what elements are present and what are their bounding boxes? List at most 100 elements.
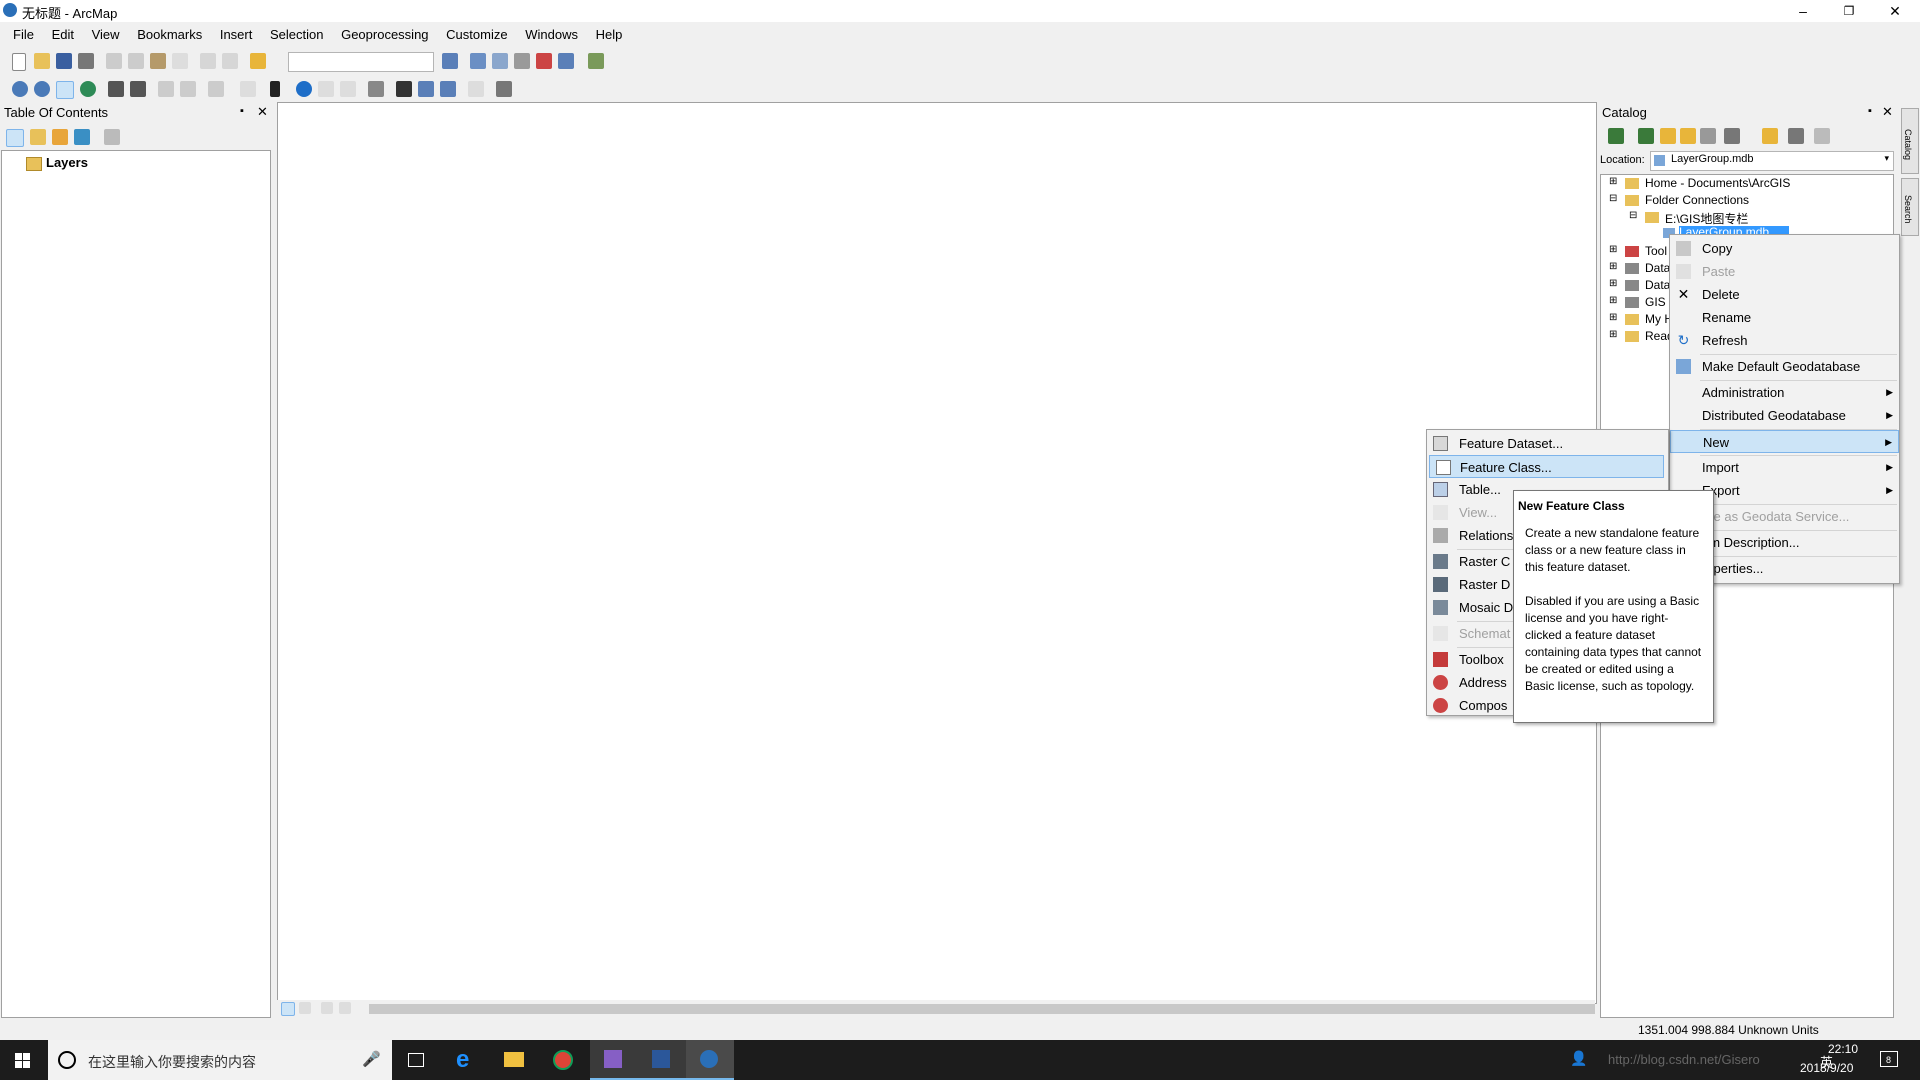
map-canvas[interactable] (277, 102, 1597, 1004)
collapse-icon[interactable]: ⊟ (1629, 210, 1637, 221)
expand-icon[interactable]: ⊞ (1609, 176, 1617, 187)
pin-icon[interactable]: ▪ (240, 105, 244, 117)
horizontal-scrollbar[interactable] (369, 1004, 1595, 1014)
map-scale-combo[interactable] (288, 52, 434, 72)
collapse-icon[interactable]: ⊟ (1609, 193, 1617, 204)
identify-icon[interactable] (296, 81, 312, 97)
menu-edit[interactable]: Edit (45, 24, 81, 46)
menu-item-make-default-geodatabase[interactable]: Make Default Geodatabase (1670, 355, 1899, 378)
html-popup-icon[interactable] (340, 81, 356, 97)
tree-partial-item[interactable]: Data (1645, 278, 1670, 292)
list-by-drawing-order-icon[interactable] (6, 129, 24, 147)
notification-center-icon[interactable]: 8 (1880, 1051, 1898, 1067)
list-by-visibility-icon[interactable] (52, 129, 68, 145)
menu-insert[interactable]: Insert (213, 24, 260, 46)
clear-selection-icon[interactable] (240, 81, 256, 97)
toc-close-icon[interactable]: ✕ (257, 104, 268, 120)
catalog-window-icon[interactable] (492, 53, 508, 69)
add-data-icon[interactable] (250, 53, 266, 69)
menu-item-refresh[interactable]: ↻ Refresh (1670, 329, 1899, 352)
tree-partial-item[interactable]: Tool (1645, 244, 1667, 258)
zoom-out-icon[interactable] (34, 81, 50, 97)
open-icon[interactable] (34, 53, 50, 69)
model-builder-icon[interactable] (588, 53, 604, 69)
toc-window-icon[interactable] (470, 53, 486, 69)
forward-icon[interactable] (1638, 128, 1654, 144)
menu-help[interactable]: Help (589, 24, 630, 46)
measure-icon[interactable] (368, 81, 384, 97)
save-icon[interactable] (56, 53, 72, 69)
refresh-view-icon[interactable] (321, 1002, 333, 1014)
tree-partial-item[interactable]: GIS (1645, 295, 1666, 309)
file-explorer-icon[interactable] (491, 1040, 539, 1080)
minimize-button[interactable]: – (1780, 0, 1826, 22)
list-by-source-icon[interactable] (30, 129, 46, 145)
print-icon[interactable] (78, 53, 94, 69)
data-view-icon[interactable] (281, 1002, 295, 1016)
python-window-icon[interactable] (558, 53, 574, 69)
create-viewer-icon[interactable] (496, 81, 512, 97)
task-view-icon[interactable] (392, 1040, 440, 1080)
clock-date[interactable]: 2018/9/20 (1800, 1061, 1853, 1075)
home-icon[interactable] (1680, 128, 1696, 144)
select-elements-icon[interactable] (270, 81, 280, 97)
menu-item-delete[interactable]: ✕ Delete (1670, 283, 1899, 306)
zoom-in-icon[interactable] (12, 81, 28, 97)
time-slider-icon[interactable] (468, 81, 484, 97)
redo-icon[interactable] (222, 53, 238, 69)
menu-item-new[interactable]: New ▶ (1670, 430, 1899, 453)
copy-toolbar-icon[interactable] (128, 53, 144, 69)
tree-folder-connections[interactable]: Folder Connections (1645, 193, 1749, 207)
expand-icon[interactable]: ⊞ (1609, 329, 1617, 340)
menu-bookmarks[interactable]: Bookmarks (130, 24, 209, 46)
submenu-item-feature-class[interactable]: Feature Class... (1429, 455, 1664, 478)
menu-item-paste[interactable]: Paste (1670, 260, 1899, 283)
expand-icon[interactable]: ⊞ (1609, 278, 1617, 289)
delete-toolbar-icon[interactable] (172, 53, 188, 69)
people-icon[interactable]: 👤 (1570, 1050, 1587, 1067)
menu-item-import[interactable]: Import ▶ (1670, 456, 1899, 479)
menu-item-rename[interactable]: Rename (1670, 306, 1899, 329)
back-extent-icon[interactable] (158, 81, 174, 97)
microphone-icon[interactable]: 🎤 (362, 1050, 381, 1068)
fixed-zoom-in-icon[interactable] (108, 81, 124, 97)
expand-icon[interactable]: ⊞ (1609, 261, 1617, 272)
catalog-side-tab[interactable]: Catalog (1901, 108, 1919, 174)
undo-icon[interactable] (200, 53, 216, 69)
editor-toolbar-icon[interactable] (442, 53, 458, 69)
catalog-close-icon[interactable]: ✕ (1882, 104, 1893, 120)
fixed-zoom-out-icon[interactable] (130, 81, 146, 97)
taskbar-search-box[interactable]: 在这里输入你要搜索的内容 🎤 (48, 1040, 392, 1080)
toggle-contents-icon[interactable] (1788, 128, 1804, 144)
tree-partial-item[interactable]: Data (1645, 261, 1670, 275)
views-icon[interactable] (1724, 128, 1740, 144)
menu-item-administration[interactable]: Administration ▶ (1670, 381, 1899, 404)
list-by-selection-icon[interactable] (74, 129, 90, 145)
expand-icon[interactable]: ⊞ (1609, 244, 1617, 255)
disconnect-icon[interactable] (1700, 128, 1716, 144)
submenu-item-feature-dataset[interactable]: Feature Dataset... (1427, 432, 1668, 455)
menu-geoprocessing[interactable]: Geoprocessing (334, 24, 435, 46)
full-extent-icon[interactable] (80, 81, 96, 97)
forward-extent-icon[interactable] (180, 81, 196, 97)
find-icon[interactable] (396, 81, 412, 97)
expand-icon[interactable]: ⊞ (1609, 312, 1617, 323)
back-icon[interactable] (1608, 128, 1624, 144)
arctoolbox-icon[interactable] (536, 53, 552, 69)
pan-icon[interactable] (56, 81, 74, 99)
close-button[interactable]: ✕ (1872, 0, 1918, 22)
restore-button[interactable]: ❐ (1826, 0, 1872, 22)
clock-time[interactable]: 22:10 (1828, 1042, 1858, 1056)
menu-file[interactable]: File (6, 24, 41, 46)
expand-icon[interactable]: ⊞ (1609, 295, 1617, 306)
toc-options-icon[interactable] (104, 129, 120, 145)
menu-view[interactable]: View (85, 24, 127, 46)
catalog-options-icon[interactable] (1814, 128, 1830, 144)
hyperlink-icon[interactable] (318, 81, 334, 97)
start-button[interactable] (0, 1040, 48, 1080)
tree-home[interactable]: Home - Documents\ArcGIS (1645, 176, 1790, 190)
search-side-tab[interactable]: Search (1901, 178, 1919, 236)
up-one-level-icon[interactable] (1660, 128, 1676, 144)
visual-studio-icon[interactable] (590, 1040, 638, 1080)
menu-item-distributed-geodatabase[interactable]: Distributed Geodatabase ▶ (1670, 404, 1899, 427)
